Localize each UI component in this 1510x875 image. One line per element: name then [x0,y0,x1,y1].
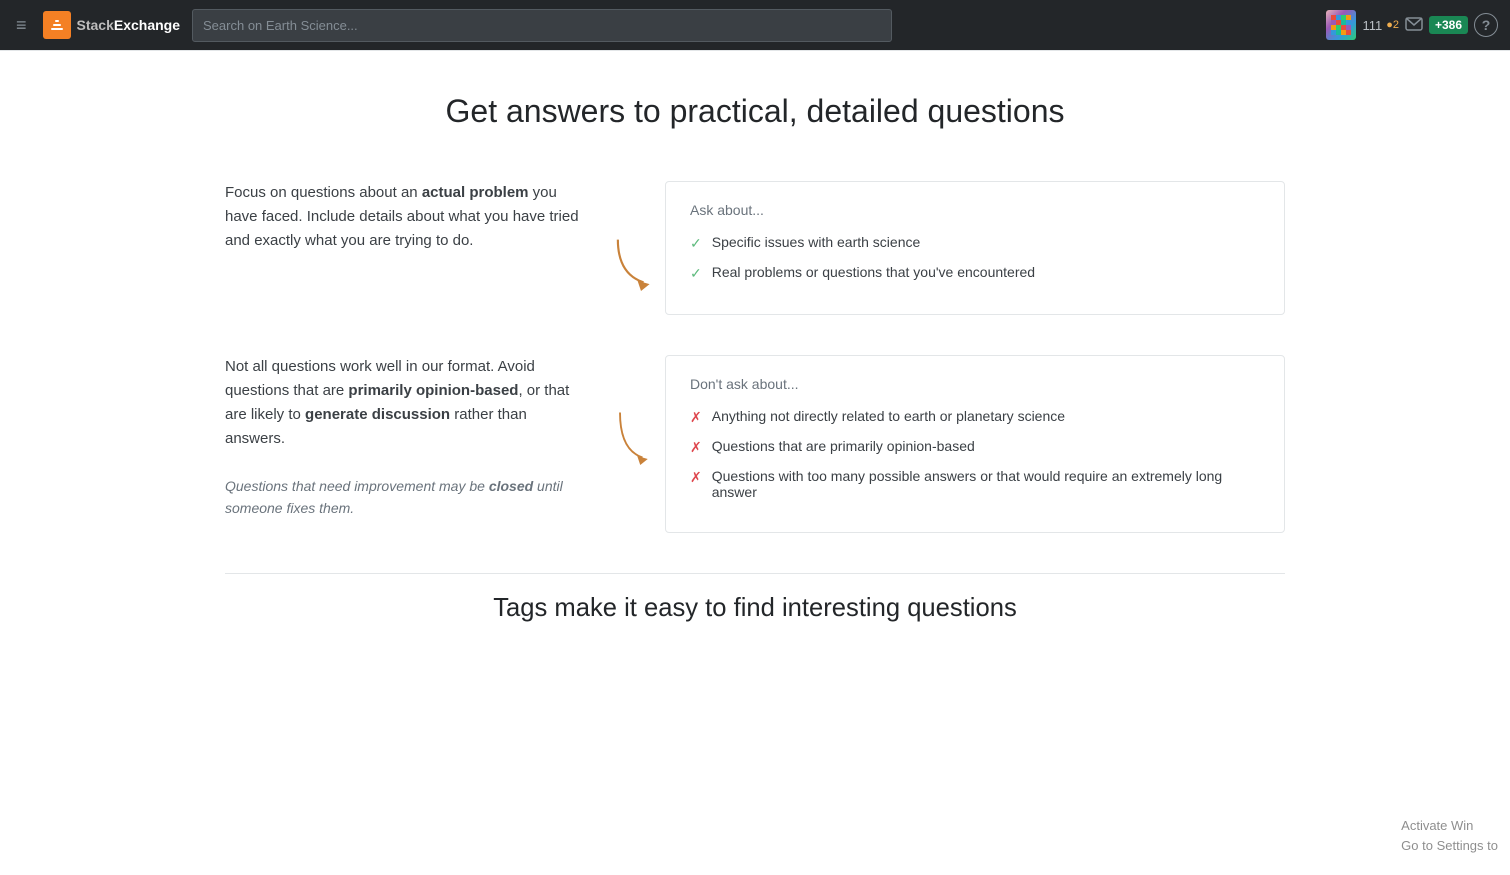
activate-line1: Activate Win [1401,816,1498,836]
activate-line2: Go to Settings to [1401,836,1498,856]
italic-bold: closed [489,478,533,494]
main-content: Get answers to practical, detailed quest… [205,51,1305,683]
section2-arrow [605,355,665,465]
rep-indicator: ●2 [1386,19,1399,31]
page-title: Get answers to practical, detailed quest… [225,91,1285,133]
logo-text: StackExchange [77,17,181,34]
section2-bold1: primarily opinion-based [348,382,518,399]
section1-text: Focus on questions about an actual probl… [225,181,605,253]
section-ask-about: Focus on questions about an actual probl… [225,181,1285,315]
reputation-score[interactable]: 111 ●2 [1362,18,1399,33]
section-dont-ask: Not all questions work well in our forma… [225,355,1285,533]
navbar: ≡ StackExchange [0,0,1510,50]
ask-about-box: Ask about... ✓ Specific issues with eart… [665,181,1285,315]
hamburger-menu[interactable]: ≡ [12,11,31,40]
reputation-change-badge: +386 [1429,16,1468,34]
dont-item-1: Anything not directly related to earth o… [712,408,1065,424]
list-item: ✓ Specific issues with earth science [690,234,1260,252]
activate-windows-watermark: Activate Win Go to Settings to [1401,816,1498,855]
italic-note: Questions that need improvement may be c… [225,475,585,520]
cross-icon: ✗ [690,409,702,426]
section1-text-bold: actual problem [422,184,529,201]
list-item: ✓ Real problems or questions that you've… [690,264,1260,282]
site-logo[interactable]: StackExchange [43,11,181,39]
checkmark-icon: ✓ [690,235,702,252]
section2-text: Not all questions work well in our forma… [225,355,605,520]
section-divider [225,573,1285,574]
ask-about-list: ✓ Specific issues with earth science ✓ R… [690,234,1260,282]
section1-text-pre: Focus on questions about an [225,184,422,201]
dont-ask-title: Don't ask about... [690,376,1260,392]
italic-pre: Questions that need improvement may be [225,478,489,494]
ask-item-1: Specific issues with earth science [712,234,921,250]
search-input[interactable] [192,9,892,42]
cross-icon: ✗ [690,469,702,486]
cross-icon: ✗ [690,439,702,456]
ask-about-title: Ask about... [690,202,1260,218]
logo-icon [43,11,71,39]
navbar-right-actions: 111 ●2 +386 ? [1326,10,1498,40]
help-button[interactable]: ? [1474,13,1498,37]
list-item: ✗ Questions with too many possible answe… [690,468,1260,500]
bottom-title: Tags make it easy to find interesting qu… [225,594,1285,623]
checkmark-icon: ✓ [690,265,702,282]
search-bar[interactable] [192,9,892,42]
dont-ask-list: ✗ Anything not directly related to earth… [690,408,1260,500]
section1-arrow [605,181,665,291]
ask-item-2: Real problems or questions that you've e… [712,264,1035,280]
dont-item-2: Questions that are primarily opinion-bas… [712,438,975,454]
dont-item-3: Questions with too many possible answers… [712,468,1260,500]
section2-bold2: generate discussion [305,406,450,423]
inbox-button[interactable] [1405,14,1423,37]
user-avatar[interactable] [1326,10,1356,40]
dont-ask-box: Don't ask about... ✗ Anything not direct… [665,355,1285,533]
list-item: ✗ Anything not directly related to earth… [690,408,1260,426]
list-item: ✗ Questions that are primarily opinion-b… [690,438,1260,456]
